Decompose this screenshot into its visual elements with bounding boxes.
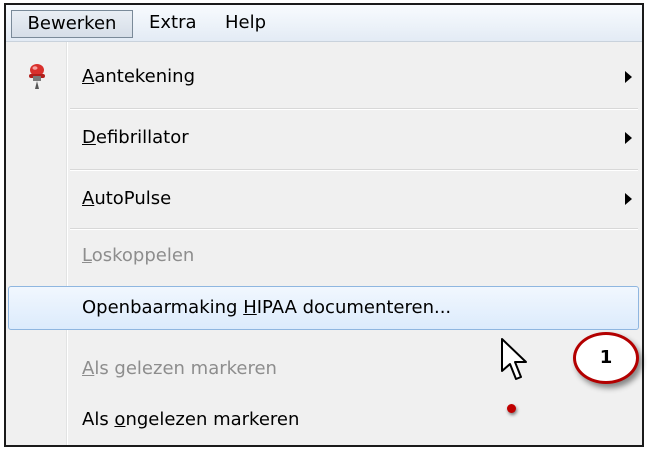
menu-bewerken[interactable]: Bewerken <box>11 10 133 38</box>
menu-help[interactable]: Help <box>219 10 272 36</box>
menu-item-als-ongelezen-markeren[interactable]: Als ongelezen markeren <box>6 397 642 443</box>
step-number-callout: 1 <box>573 332 639 384</box>
menu-item-loskoppelen: Loskoppelen <box>6 233 642 279</box>
application-window: Bewerken Extra Help Aantekening Defibril… <box>4 3 644 447</box>
menu-item-label: Defibrillator <box>82 127 189 148</box>
menu-item-label: Aantekening <box>82 66 195 87</box>
menu-item-openbaarmaking-hipaa[interactable]: Openbaarmaking HIPAA documenteren... <box>6 284 642 332</box>
submenu-arrow-icon <box>625 132 632 144</box>
submenu-arrow-icon <box>625 71 632 83</box>
menu-separator <box>70 169 638 171</box>
bewerken-dropdown-menu: Aantekening Defibrillator AutoPulse Losk… <box>6 42 642 445</box>
menu-item-label: Als ongelezen markeren <box>82 409 300 430</box>
pushpin-icon <box>23 62 51 95</box>
menu-separator <box>70 108 638 110</box>
menu-separator <box>70 228 638 230</box>
mouse-pointer-icon <box>500 337 532 387</box>
menu-bar: Bewerken Extra Help <box>6 5 642 42</box>
menu-item-label: Als gelezen markeren <box>82 358 277 379</box>
menu-item-label: Loskoppelen <box>82 245 195 266</box>
menu-item-autopulse[interactable]: AutoPulse <box>6 176 642 222</box>
menu-item-label: AutoPulse <box>82 188 172 209</box>
red-dot-marker <box>507 404 516 413</box>
menu-extra[interactable]: Extra <box>143 10 203 36</box>
menu-item-label: Openbaarmaking HIPAA documenteren... <box>82 297 452 318</box>
menu-item-defibrillator[interactable]: Defibrillator <box>6 115 642 161</box>
menu-item-aantekening[interactable]: Aantekening <box>6 54 642 100</box>
submenu-arrow-icon <box>625 193 632 205</box>
menu-item-als-gelezen-markeren: Als gelezen markeren <box>6 346 642 392</box>
